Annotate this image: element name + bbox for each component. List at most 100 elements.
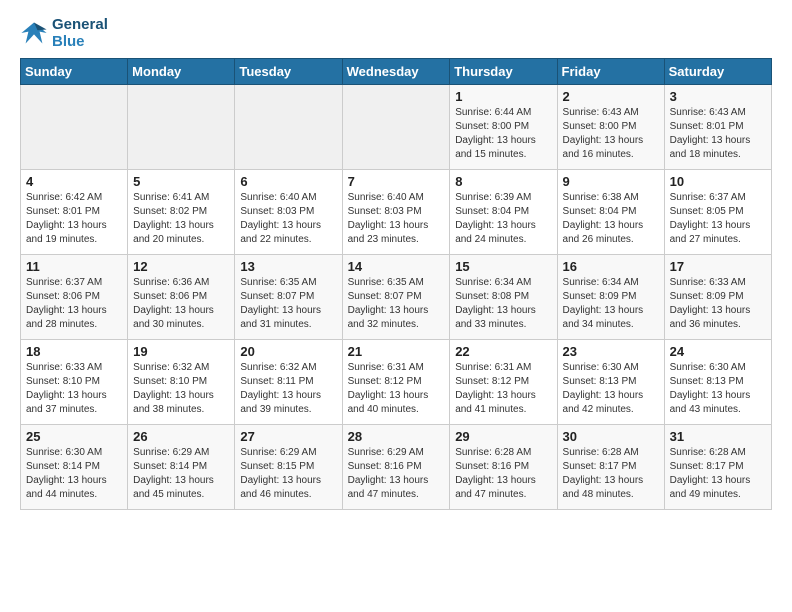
week-row-5: 25Sunrise: 6:30 AM Sunset: 8:14 PM Dayli… [21,425,772,510]
day-info: Sunrise: 6:28 AM Sunset: 8:17 PM Dayligh… [670,446,766,502]
calendar-cell: 30 Sunrise: 6:28 AM Sunset: 8:17 PM Dayli… [557,425,664,510]
week-row-3: 11Sunrise: 6:37 AM Sunset: 8:06 PM Dayli… [21,255,772,340]
day-info: Sunrise: 6:40 AM Sunset: 8:03 PM Dayligh… [348,191,445,247]
day-info: Sunrise: 6:30 AM Sunset: 8:13 PM Dayligh… [563,361,659,417]
day-info: Sunrise: 6:35 AM Sunset: 8:07 PM Dayligh… [240,276,336,332]
day-number: 21 [348,344,445,359]
calendar-cell: 22 Sunrise: 6:31 AM Sunset: 8:12 PM Dayli… [450,340,557,425]
day-number: 3 [670,89,766,104]
calendar-cell: 25Sunrise: 6:30 AM Sunset: 8:14 PM Dayli… [21,425,128,510]
day-number: 31 [670,429,766,444]
day-info: Sunrise: 6:35 AM Sunset: 8:07 PM Dayligh… [348,276,445,332]
calendar-cell: 5 Sunrise: 6:41 AM Sunset: 8:02 PM Daylig… [128,170,235,255]
day-info: Sunrise: 6:40 AM Sunset: 8:03 PM Dayligh… [240,191,336,247]
day-number: 9 [563,174,659,189]
calendar-cell: 9 Sunrise: 6:38 AM Sunset: 8:04 PM Daylig… [557,170,664,255]
day-info: Sunrise: 6:34 AM Sunset: 8:08 PM Dayligh… [455,276,551,332]
day-number: 19 [133,344,229,359]
day-number: 10 [670,174,766,189]
day-info: Sunrise: 6:42 AM Sunset: 8:01 PM Dayligh… [26,191,122,247]
day-number: 29 [455,429,551,444]
calendar-cell: 16Sunrise: 6:34 AM Sunset: 8:09 PM Dayli… [557,255,664,340]
calendar-cell: 4 Sunrise: 6:42 AM Sunset: 8:01 PM Daylig… [21,170,128,255]
week-row-1: 1 Sunrise: 6:44 AM Sunset: 8:00 PM Daylig… [21,85,772,170]
page-header: General Blue [20,16,772,50]
week-row-4: 18Sunrise: 6:33 AM Sunset: 8:10 PM Dayli… [21,340,772,425]
calendar-cell: 20 Sunrise: 6:32 AM Sunset: 8:11 PM Dayli… [235,340,342,425]
day-number: 20 [240,344,336,359]
day-number: 4 [26,174,122,189]
weekday-header-monday: Monday [128,59,235,85]
calendar-cell: 12 Sunrise: 6:36 AM Sunset: 8:06 PM Dayli… [128,255,235,340]
calendar-cell: 1 Sunrise: 6:44 AM Sunset: 8:00 PM Daylig… [450,85,557,170]
weekday-header-tuesday: Tuesday [235,59,342,85]
day-number: 22 [455,344,551,359]
calendar-cell [235,85,342,170]
day-number: 17 [670,259,766,274]
calendar-table: SundayMondayTuesdayWednesdayThursdayFrid… [20,58,772,510]
day-info: Sunrise: 6:37 AM Sunset: 8:05 PM Dayligh… [670,191,766,247]
day-number: 8 [455,174,551,189]
weekday-header-sunday: Sunday [21,59,128,85]
day-number: 15 [455,259,551,274]
calendar-cell: 8 Sunrise: 6:39 AM Sunset: 8:04 PM Daylig… [450,170,557,255]
day-info: Sunrise: 6:28 AM Sunset: 8:17 PM Dayligh… [563,446,659,502]
calendar-cell: 31 Sunrise: 6:28 AM Sunset: 8:17 PM Dayli… [664,425,771,510]
weekday-header-thursday: Thursday [450,59,557,85]
day-info: Sunrise: 6:31 AM Sunset: 8:12 PM Dayligh… [348,361,445,417]
calendar-cell: 24 Sunrise: 6:30 AM Sunset: 8:13 PM Dayli… [664,340,771,425]
day-number: 1 [455,89,551,104]
calendar-cell: 2 Sunrise: 6:43 AM Sunset: 8:00 PM Daylig… [557,85,664,170]
day-number: 27 [240,429,336,444]
calendar-cell: 10 Sunrise: 6:37 AM Sunset: 8:05 PM Dayli… [664,170,771,255]
calendar-cell: 14Sunrise: 6:35 AM Sunset: 8:07 PM Dayli… [342,255,450,340]
weekday-header-friday: Friday [557,59,664,85]
day-info: Sunrise: 6:29 AM Sunset: 8:14 PM Dayligh… [133,446,229,502]
weekday-header-row: SundayMondayTuesdayWednesdayThursdayFrid… [21,59,772,85]
day-info: Sunrise: 6:38 AM Sunset: 8:04 PM Dayligh… [563,191,659,247]
day-info: Sunrise: 6:30 AM Sunset: 8:13 PM Dayligh… [670,361,766,417]
calendar-cell [342,85,450,170]
calendar-cell: 21 Sunrise: 6:31 AM Sunset: 8:12 PM Dayli… [342,340,450,425]
day-number: 12 [133,259,229,274]
day-info: Sunrise: 6:30 AM Sunset: 8:14 PM Dayligh… [26,446,122,502]
day-info: Sunrise: 6:41 AM Sunset: 8:02 PM Dayligh… [133,191,229,247]
day-info: Sunrise: 6:43 AM Sunset: 8:00 PM Dayligh… [563,106,659,162]
calendar-cell: 29Sunrise: 6:28 AM Sunset: 8:16 PM Dayli… [450,425,557,510]
day-info: Sunrise: 6:31 AM Sunset: 8:12 PM Dayligh… [455,361,551,417]
day-info: Sunrise: 6:44 AM Sunset: 8:00 PM Dayligh… [455,106,551,162]
day-info: Sunrise: 6:39 AM Sunset: 8:04 PM Dayligh… [455,191,551,247]
calendar-cell: 28Sunrise: 6:29 AM Sunset: 8:16 PM Dayli… [342,425,450,510]
day-info: Sunrise: 6:33 AM Sunset: 8:10 PM Dayligh… [26,361,122,417]
day-number: 23 [563,344,659,359]
day-number: 2 [563,89,659,104]
day-number: 7 [348,174,445,189]
calendar-cell [21,85,128,170]
day-number: 13 [240,259,336,274]
day-number: 5 [133,174,229,189]
calendar-cell: 26Sunrise: 6:29 AM Sunset: 8:14 PM Dayli… [128,425,235,510]
day-info: Sunrise: 6:32 AM Sunset: 8:11 PM Dayligh… [240,361,336,417]
day-number: 28 [348,429,445,444]
calendar-cell: 17 Sunrise: 6:33 AM Sunset: 8:09 PM Dayli… [664,255,771,340]
logo-icon [20,19,48,47]
day-info: Sunrise: 6:29 AM Sunset: 8:15 PM Dayligh… [240,446,336,502]
day-number: 24 [670,344,766,359]
logo: General Blue [20,16,108,50]
weekday-header-saturday: Saturday [664,59,771,85]
logo-text: General Blue [52,16,108,50]
calendar-cell [128,85,235,170]
day-info: Sunrise: 6:32 AM Sunset: 8:10 PM Dayligh… [133,361,229,417]
day-info: Sunrise: 6:33 AM Sunset: 8:09 PM Dayligh… [670,276,766,332]
day-number: 30 [563,429,659,444]
weekday-header-wednesday: Wednesday [342,59,450,85]
week-row-2: 4 Sunrise: 6:42 AM Sunset: 8:01 PM Daylig… [21,170,772,255]
calendar-cell: 6Sunrise: 6:40 AM Sunset: 8:03 PM Daylig… [235,170,342,255]
calendar-cell: 7 Sunrise: 6:40 AM Sunset: 8:03 PM Daylig… [342,170,450,255]
calendar-cell: 23 Sunrise: 6:30 AM Sunset: 8:13 PM Dayli… [557,340,664,425]
day-number: 11 [26,259,122,274]
calendar-cell: 19 Sunrise: 6:32 AM Sunset: 8:10 PM Dayli… [128,340,235,425]
day-info: Sunrise: 6:36 AM Sunset: 8:06 PM Dayligh… [133,276,229,332]
calendar-cell: 3Sunrise: 6:43 AM Sunset: 8:01 PM Daylig… [664,85,771,170]
day-number: 16 [563,259,659,274]
